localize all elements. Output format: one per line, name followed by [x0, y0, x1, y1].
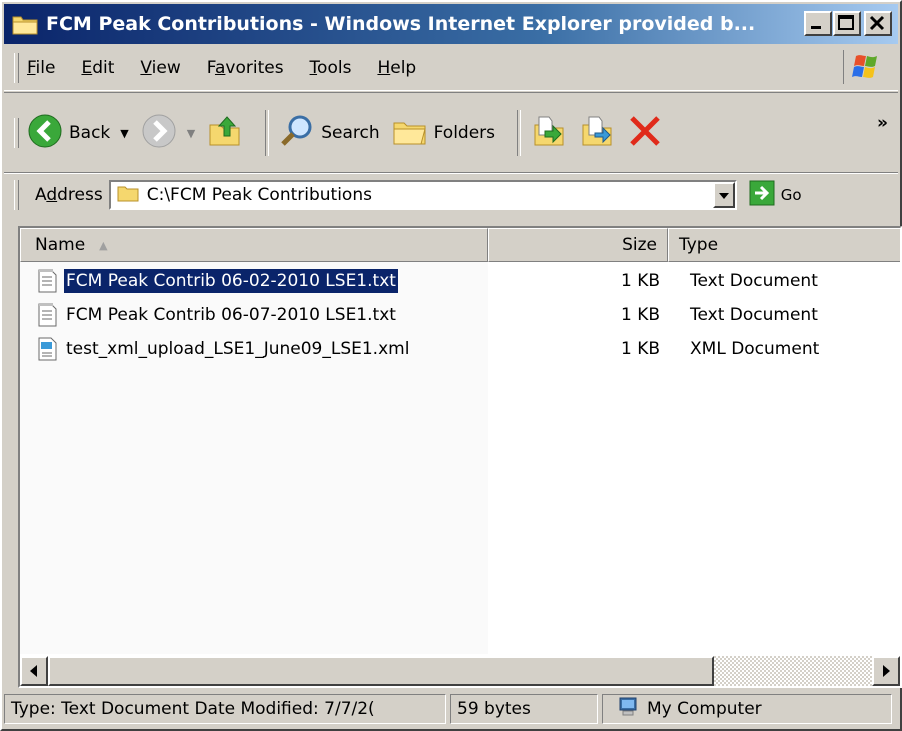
column-header-name[interactable]: Name ▲ [20, 228, 488, 262]
go-arrow-icon [749, 180, 775, 211]
address-label: Address [35, 185, 103, 205]
column-header-type[interactable]: Type [668, 228, 900, 262]
file-row[interactable]: FCM Peak Contrib 06-07-2010 LSE1.txt 1 K… [20, 298, 900, 332]
status-zone: My Computer [602, 694, 892, 724]
menu-bar: File Edit View Favorites Tools Help [4, 46, 898, 91]
delete-icon [627, 113, 663, 154]
text-file-icon [36, 268, 58, 294]
column-header-size[interactable]: Size [488, 228, 668, 262]
xml-file-icon [36, 336, 58, 362]
up-folder-button[interactable] [207, 113, 243, 154]
menu-favorites[interactable]: Favorites [207, 58, 284, 78]
file-size: 1 KB [620, 339, 660, 359]
menu-file[interactable]: File [27, 58, 55, 78]
forward-arrow-icon [141, 113, 177, 154]
toolbar-grip[interactable] [14, 118, 19, 148]
address-input[interactable]: C:\FCM Peak Contributions [108, 180, 737, 210]
move-to-icon [531, 113, 567, 154]
up-folder-icon [207, 113, 243, 154]
text-file-icon [36, 302, 58, 328]
menu-edit[interactable]: Edit [81, 58, 114, 78]
status-size: 59 bytes [450, 694, 598, 724]
minimize-button[interactable] [804, 11, 832, 36]
copy-to-button[interactable] [579, 113, 615, 154]
back-arrow-icon [27, 113, 63, 154]
folders-button[interactable]: Folders [392, 113, 495, 154]
file-row[interactable]: FCM Peak Contrib 06-02-2010 LSE1.txt 1 K… [20, 264, 900, 298]
my-computer-icon [617, 696, 639, 723]
maximize-button[interactable] [833, 11, 861, 36]
forward-button[interactable]: ▼ [141, 113, 195, 154]
standard-toolbar: Back ▼ ▼ Search Folders » [4, 92, 898, 174]
menu-view[interactable]: View [140, 58, 180, 78]
back-button[interactable]: Back ▼ [27, 113, 129, 154]
horizontal-scrollbar[interactable] [20, 656, 900, 686]
file-type: Text Document [690, 271, 818, 291]
toolbar-separator [517, 110, 522, 156]
file-type: XML Document [690, 339, 820, 359]
scroll-right-button[interactable] [872, 656, 900, 686]
delete-button[interactable] [627, 113, 663, 154]
toolbar-more-chevron[interactable]: » [877, 113, 888, 133]
search-icon [279, 113, 315, 154]
move-to-button[interactable] [531, 113, 567, 154]
file-list-view[interactable]: Name ▲ Size Type FCM Peak Contrib 06-02-… [18, 226, 902, 688]
file-name: FCM Peak Contrib 06-02-2010 LSE1.txt [64, 269, 398, 293]
list-header: Name ▲ Size Type [20, 228, 900, 262]
close-button[interactable] [864, 11, 892, 36]
menu-grip[interactable] [14, 53, 19, 83]
scroll-track[interactable] [714, 656, 872, 686]
file-row[interactable]: test_xml_upload_LSE1_June09_LSE1.xml 1 K… [20, 332, 900, 366]
folder-icon [117, 184, 139, 207]
address-grip[interactable] [14, 180, 19, 210]
explorer-window: FCM Peak Contributions - Windows Interne… [0, 0, 902, 731]
copy-to-icon [579, 113, 615, 154]
file-type: Text Document [690, 305, 818, 325]
toolbar-separator [265, 110, 270, 156]
forward-dropdown-icon[interactable]: ▼ [187, 127, 195, 140]
address-dropdown-button[interactable] [712, 182, 735, 208]
back-dropdown-icon[interactable]: ▼ [120, 127, 128, 140]
address-value: C:\FCM Peak Contributions [146, 185, 372, 205]
scroll-thumb[interactable] [48, 656, 714, 686]
file-size: 1 KB [620, 271, 660, 291]
go-button[interactable]: Go [749, 180, 802, 211]
search-button[interactable]: Search [279, 113, 380, 154]
file-name: test_xml_upload_LSE1_June09_LSE1.xml [66, 339, 410, 359]
status-info: Type: Text Document Date Modified: 7/7/2… [4, 694, 446, 724]
menu-help[interactable]: Help [377, 58, 416, 78]
windows-logo-icon [843, 50, 886, 84]
folder-icon [12, 13, 38, 35]
address-bar: Address C:\FCM Peak Contributions Go [4, 172, 898, 217]
file-name: FCM Peak Contrib 06-07-2010 LSE1.txt [66, 305, 396, 325]
folders-icon [392, 113, 428, 154]
file-size: 1 KB [620, 305, 660, 325]
window-title: FCM Peak Contributions - Windows Interne… [46, 13, 756, 35]
status-bar: Type: Text Document Date Modified: 7/7/2… [4, 690, 898, 728]
title-bar[interactable]: FCM Peak Contributions - Windows Interne… [4, 4, 898, 44]
sort-ascending-icon: ▲ [99, 238, 108, 252]
menu-tools[interactable]: Tools [310, 58, 352, 78]
scroll-left-button[interactable] [20, 656, 48, 686]
